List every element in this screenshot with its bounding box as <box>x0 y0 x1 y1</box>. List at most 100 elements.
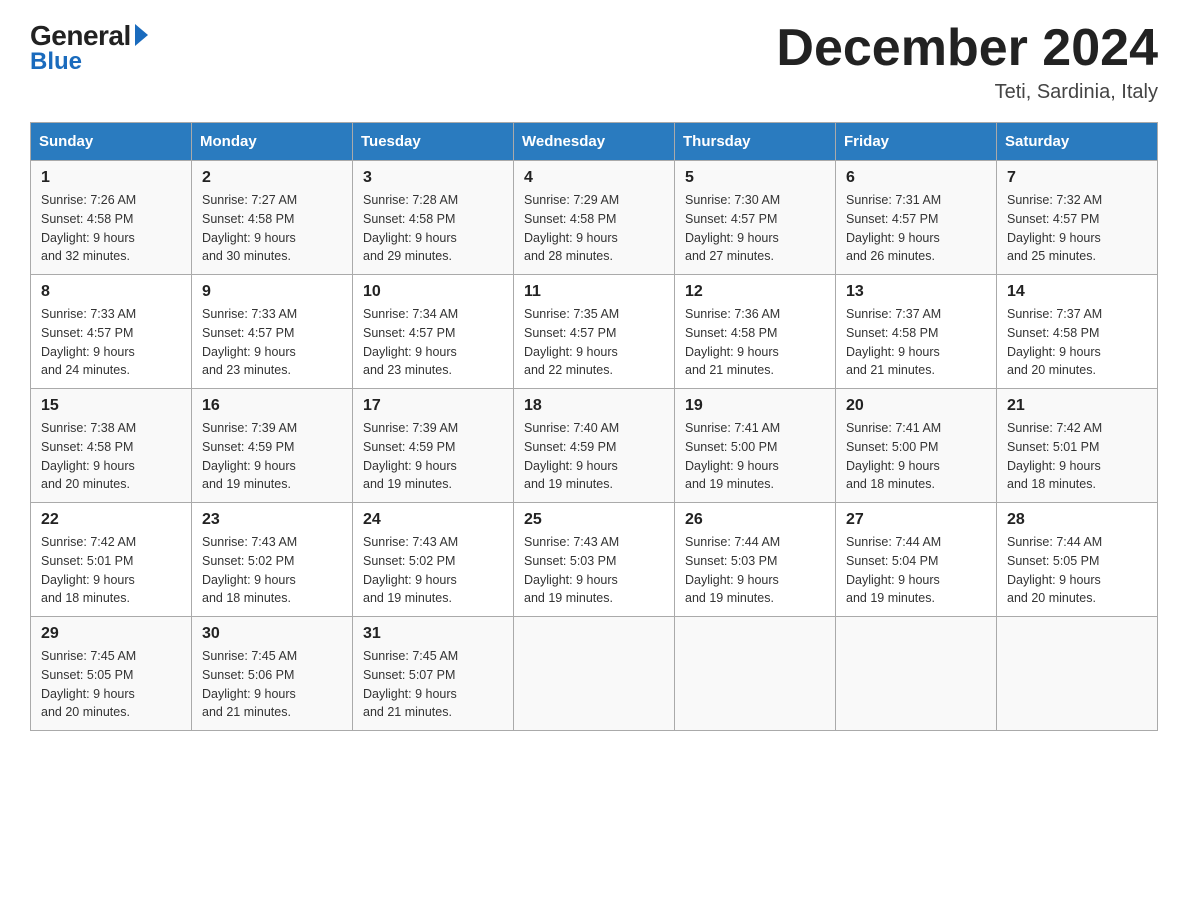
day-number: 27 <box>846 511 986 529</box>
day-info: Sunrise: 7:37 AMSunset: 4:58 PMDaylight:… <box>1007 305 1147 380</box>
calendar-cell: 3Sunrise: 7:28 AMSunset: 4:58 PMDaylight… <box>353 161 514 275</box>
calendar-cell: 13Sunrise: 7:37 AMSunset: 4:58 PMDayligh… <box>836 275 997 389</box>
day-number: 20 <box>846 397 986 415</box>
day-info: Sunrise: 7:42 AMSunset: 5:01 PMDaylight:… <box>41 533 181 608</box>
calendar-cell: 24 Sunrise: 7:43 AMSunset: 5:02 PMDayligh… <box>353 503 514 617</box>
day-of-week-header: Thursday <box>675 123 836 161</box>
day-info: Sunrise: 7:37 AMSunset: 4:58 PMDaylight:… <box>846 305 986 380</box>
calendar-cell: 15 Sunrise: 7:38 AMSunset: 4:58 PMDayligh… <box>31 389 192 503</box>
day-number: 22 <box>41 511 181 529</box>
day-info: Sunrise: 7:43 AMSunset: 5:03 PMDaylight:… <box>524 533 664 608</box>
day-number: 14 <box>1007 283 1147 301</box>
calendar-cell: 28 Sunrise: 7:44 AMSunset: 5:05 PMDayligh… <box>997 503 1158 617</box>
calendar-cell: 7Sunrise: 7:32 AMSunset: 4:57 PMDaylight… <box>997 161 1158 275</box>
day-number: 11 <box>524 283 664 301</box>
day-number: 2 <box>202 169 342 187</box>
day-number: 5 <box>685 169 825 187</box>
day-info: Sunrise: 7:32 AMSunset: 4:57 PMDaylight:… <box>1007 191 1147 266</box>
calendar-cell: 6 Sunrise: 7:31 AMSunset: 4:57 PMDaylight… <box>836 161 997 275</box>
calendar-week-row: 1 Sunrise: 7:26 AMSunset: 4:58 PMDaylight… <box>31 161 1158 275</box>
day-of-week-header: Wednesday <box>514 123 675 161</box>
day-info: Sunrise: 7:43 AMSunset: 5:02 PMDaylight:… <box>363 533 503 608</box>
calendar-header-row: SundayMondayTuesdayWednesdayThursdayFrid… <box>31 123 1158 161</box>
calendar-cell <box>675 617 836 731</box>
calendar-week-row: 8 Sunrise: 7:33 AMSunset: 4:57 PMDaylight… <box>31 275 1158 389</box>
day-number: 28 <box>1007 511 1147 529</box>
day-info: Sunrise: 7:27 AMSunset: 4:58 PMDaylight:… <box>202 191 342 266</box>
calendar-cell: 26Sunrise: 7:44 AMSunset: 5:03 PMDayligh… <box>675 503 836 617</box>
day-of-week-header: Saturday <box>997 123 1158 161</box>
calendar-cell: 18 Sunrise: 7:40 AMSunset: 4:59 PMDayligh… <box>514 389 675 503</box>
calendar-week-row: 22 Sunrise: 7:42 AMSunset: 5:01 PMDayligh… <box>31 503 1158 617</box>
logo-arrow-icon <box>135 24 148 46</box>
calendar-cell: 1 Sunrise: 7:26 AMSunset: 4:58 PMDaylight… <box>31 161 192 275</box>
day-of-week-header: Monday <box>192 123 353 161</box>
logo: General Blue <box>30 20 148 76</box>
calendar-cell: 27Sunrise: 7:44 AMSunset: 5:04 PMDayligh… <box>836 503 997 617</box>
day-number: 15 <box>41 397 181 415</box>
day-number: 17 <box>363 397 503 415</box>
day-info: Sunrise: 7:43 AMSunset: 5:02 PMDaylight:… <box>202 533 342 608</box>
day-number: 9 <box>202 283 342 301</box>
day-number: 16 <box>202 397 342 415</box>
day-number: 29 <box>41 625 181 643</box>
day-number: 6 <box>846 169 986 187</box>
day-info: Sunrise: 7:41 AMSunset: 5:00 PMDaylight:… <box>846 419 986 494</box>
day-info: Sunrise: 7:41 AMSunset: 5:00 PMDaylight:… <box>685 419 825 494</box>
day-number: 31 <box>363 625 503 643</box>
day-number: 25 <box>524 511 664 529</box>
calendar-week-row: 15 Sunrise: 7:38 AMSunset: 4:58 PMDayligh… <box>31 389 1158 503</box>
calendar-cell <box>836 617 997 731</box>
day-of-week-header: Sunday <box>31 123 192 161</box>
day-info: Sunrise: 7:40 AMSunset: 4:59 PMDaylight:… <box>524 419 664 494</box>
calendar-cell <box>997 617 1158 731</box>
day-info: Sunrise: 7:31 AMSunset: 4:57 PMDaylight:… <box>846 191 986 266</box>
day-number: 4 <box>524 169 664 187</box>
day-info: Sunrise: 7:36 AMSunset: 4:58 PMDaylight:… <box>685 305 825 380</box>
day-info: Sunrise: 7:34 AMSunset: 4:57 PMDaylight:… <box>363 305 503 380</box>
calendar-cell: 25 Sunrise: 7:43 AMSunset: 5:03 PMDayligh… <box>514 503 675 617</box>
day-number: 30 <box>202 625 342 643</box>
day-info: Sunrise: 7:45 AMSunset: 5:06 PMDaylight:… <box>202 647 342 722</box>
logo-blue-text: Blue <box>30 48 82 76</box>
calendar-cell: 12Sunrise: 7:36 AMSunset: 4:58 PMDayligh… <box>675 275 836 389</box>
month-title: December 2024 <box>776 20 1158 77</box>
day-info: Sunrise: 7:33 AMSunset: 4:57 PMDaylight:… <box>41 305 181 380</box>
calendar-cell: 22 Sunrise: 7:42 AMSunset: 5:01 PMDayligh… <box>31 503 192 617</box>
day-info: Sunrise: 7:45 AMSunset: 5:05 PMDaylight:… <box>41 647 181 722</box>
day-number: 10 <box>363 283 503 301</box>
day-info: Sunrise: 7:39 AMSunset: 4:59 PMDaylight:… <box>202 419 342 494</box>
calendar-cell: 9Sunrise: 7:33 AMSunset: 4:57 PMDaylight… <box>192 275 353 389</box>
day-of-week-header: Tuesday <box>353 123 514 161</box>
day-number: 24 <box>363 511 503 529</box>
location-subtitle: Teti, Sardinia, Italy <box>776 81 1158 104</box>
day-info: Sunrise: 7:42 AMSunset: 5:01 PMDaylight:… <box>1007 419 1147 494</box>
day-info: Sunrise: 7:26 AMSunset: 4:58 PMDaylight:… <box>41 191 181 266</box>
day-info: Sunrise: 7:39 AMSunset: 4:59 PMDaylight:… <box>363 419 503 494</box>
calendar-cell: 19Sunrise: 7:41 AMSunset: 5:00 PMDayligh… <box>675 389 836 503</box>
calendar-cell: 14 Sunrise: 7:37 AMSunset: 4:58 PMDayligh… <box>997 275 1158 389</box>
calendar-cell: 23Sunrise: 7:43 AMSunset: 5:02 PMDayligh… <box>192 503 353 617</box>
calendar-cell: 5Sunrise: 7:30 AMSunset: 4:57 PMDaylight… <box>675 161 836 275</box>
day-info: Sunrise: 7:29 AMSunset: 4:58 PMDaylight:… <box>524 191 664 266</box>
calendar-cell: 17 Sunrise: 7:39 AMSunset: 4:59 PMDayligh… <box>353 389 514 503</box>
calendar-cell: 16 Sunrise: 7:39 AMSunset: 4:59 PMDayligh… <box>192 389 353 503</box>
day-number: 1 <box>41 169 181 187</box>
calendar-cell: 20 Sunrise: 7:41 AMSunset: 5:00 PMDayligh… <box>836 389 997 503</box>
calendar-cell: 2 Sunrise: 7:27 AMSunset: 4:58 PMDaylight… <box>192 161 353 275</box>
calendar-table: SundayMondayTuesdayWednesdayThursdayFrid… <box>30 122 1158 731</box>
day-of-week-header: Friday <box>836 123 997 161</box>
day-info: Sunrise: 7:35 AMSunset: 4:57 PMDaylight:… <box>524 305 664 380</box>
day-number: 26 <box>685 511 825 529</box>
calendar-cell: 10 Sunrise: 7:34 AMSunset: 4:57 PMDayligh… <box>353 275 514 389</box>
day-info: Sunrise: 7:38 AMSunset: 4:58 PMDaylight:… <box>41 419 181 494</box>
calendar-cell: 4 Sunrise: 7:29 AMSunset: 4:58 PMDaylight… <box>514 161 675 275</box>
day-number: 21 <box>1007 397 1147 415</box>
calendar-cell <box>514 617 675 731</box>
calendar-cell: 31Sunrise: 7:45 AMSunset: 5:07 PMDayligh… <box>353 617 514 731</box>
calendar-cell: 11 Sunrise: 7:35 AMSunset: 4:57 PMDayligh… <box>514 275 675 389</box>
day-info: Sunrise: 7:44 AMSunset: 5:05 PMDaylight:… <box>1007 533 1147 608</box>
calendar-cell: 29 Sunrise: 7:45 AMSunset: 5:05 PMDayligh… <box>31 617 192 731</box>
day-number: 8 <box>41 283 181 301</box>
day-number: 18 <box>524 397 664 415</box>
